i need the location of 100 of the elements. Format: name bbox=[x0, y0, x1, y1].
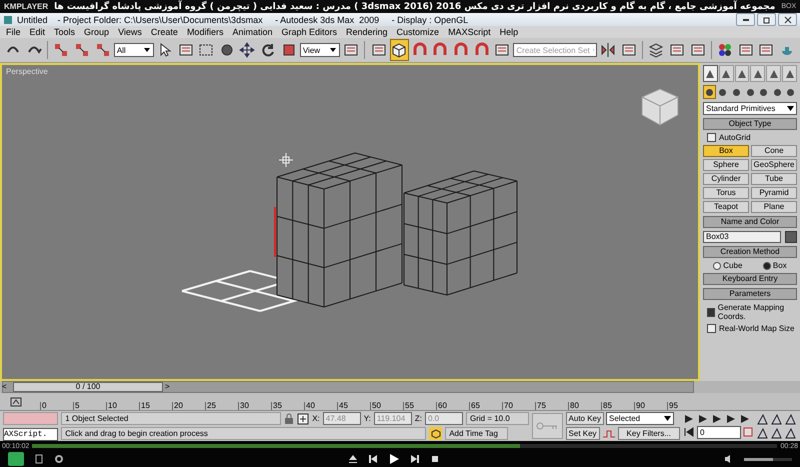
viewport-navigation-icon[interactable] bbox=[756, 412, 769, 426]
primitive-button[interactable]: Tube bbox=[751, 173, 797, 185]
previous-icon[interactable] bbox=[368, 454, 378, 464]
viewport-navigation-icon[interactable] bbox=[770, 426, 783, 440]
key-mode-dropdown[interactable]: Selected bbox=[606, 412, 674, 424]
add-time-tag-button[interactable]: Add Time Tag bbox=[445, 427, 508, 440]
stop-icon[interactable] bbox=[430, 454, 440, 464]
menu-item[interactable]: Graph Editors bbox=[281, 27, 338, 37]
menu-item[interactable]: Tools bbox=[54, 27, 76, 37]
viewport-navigation-icon[interactable] bbox=[784, 412, 797, 426]
menu-item[interactable]: File bbox=[6, 27, 21, 37]
magnet-icon bbox=[412, 42, 428, 58]
playback-icon[interactable] bbox=[739, 414, 751, 424]
panel-tab[interactable] bbox=[782, 65, 797, 82]
play-icon[interactable] bbox=[388, 453, 400, 465]
playback-icon[interactable] bbox=[725, 414, 737, 424]
playback-icon[interactable] bbox=[697, 414, 709, 424]
settings-icon[interactable] bbox=[54, 454, 64, 464]
menu-item[interactable]: Views bbox=[118, 27, 142, 37]
tab-icon bbox=[736, 68, 748, 80]
eject-icon[interactable] bbox=[348, 454, 358, 464]
layers-icon bbox=[648, 42, 664, 58]
time-tag-button[interactable] bbox=[429, 427, 442, 440]
menu-item[interactable]: Customize bbox=[396, 27, 440, 37]
menu-item[interactable]: Help bbox=[500, 27, 518, 37]
auto-key-button[interactable]: Auto Key bbox=[566, 412, 604, 424]
viewport-navigation-icon[interactable] bbox=[770, 412, 783, 426]
menu-item[interactable]: Animation bbox=[232, 27, 272, 37]
category-dropdown[interactable]: Standard Primitives bbox=[703, 102, 797, 115]
panel-tab[interactable] bbox=[766, 65, 782, 82]
toolbar-button[interactable] bbox=[390, 39, 409, 61]
axis-line bbox=[274, 207, 276, 257]
dropdown-arrow-icon bbox=[328, 47, 337, 53]
rollout-header[interactable]: Keyboard Entry bbox=[703, 273, 797, 285]
frame-number: 75 bbox=[535, 402, 568, 410]
next-icon[interactable] bbox=[410, 454, 420, 464]
checkbox[interactable] bbox=[707, 133, 716, 142]
absolute-mode-icon[interactable] bbox=[297, 412, 310, 424]
menu-item[interactable]: MAXScript bbox=[448, 27, 491, 37]
close-button[interactable] bbox=[778, 13, 797, 26]
primitive-button[interactable]: Box bbox=[703, 145, 749, 157]
primitive-button[interactable]: Sphere bbox=[703, 159, 749, 171]
primitive-button[interactable]: Cylinder bbox=[703, 173, 749, 185]
primitive-button[interactable]: Torus bbox=[703, 187, 749, 199]
time-slider-thumb[interactable]: 0 / 100 bbox=[13, 382, 163, 392]
tab-icon bbox=[768, 68, 780, 80]
set-key-button[interactable]: Set Key bbox=[566, 427, 600, 440]
key-mode-toggle-icon[interactable] bbox=[683, 427, 695, 437]
color-swatch[interactable] bbox=[785, 231, 797, 243]
current-frame-field[interactable]: 0 bbox=[697, 426, 741, 438]
viewport-navigation-icon[interactable] bbox=[756, 426, 769, 440]
object-name-field[interactable]: Box03 bbox=[703, 231, 781, 243]
rollout-header[interactable]: Name and Color bbox=[703, 216, 797, 228]
toolbar-dropdown[interactable]: All bbox=[114, 43, 154, 57]
radio-option[interactable]: Cube bbox=[713, 261, 742, 270]
primitive-button[interactable]: Teapot bbox=[703, 201, 749, 213]
playback-icon[interactable] bbox=[683, 414, 695, 424]
primitive-button[interactable]: Plane bbox=[751, 201, 797, 213]
primitive-button[interactable]: Cone bbox=[751, 145, 797, 157]
key-filters-button[interactable]: Key Filters... bbox=[618, 427, 680, 440]
listener-output-field[interactable] bbox=[3, 412, 58, 424]
toolbar-dropdown[interactable]: View bbox=[300, 43, 340, 57]
view-cube-drawing[interactable] bbox=[642, 88, 678, 126]
previous-frame-button[interactable]: < bbox=[2, 382, 7, 391]
z-label: Z: bbox=[414, 414, 422, 423]
playlist-icon[interactable] bbox=[34, 454, 44, 464]
menu-item[interactable]: Edit bbox=[30, 27, 46, 37]
frame-number: 90 bbox=[634, 402, 667, 410]
panel-tab[interactable] bbox=[734, 65, 750, 82]
minimize-button[interactable] bbox=[736, 13, 755, 26]
playback-icon[interactable] bbox=[711, 414, 723, 424]
category-button[interactable] bbox=[703, 85, 716, 99]
menu-item[interactable]: Rendering bbox=[346, 27, 388, 37]
menu-item[interactable]: Modifiers bbox=[186, 27, 224, 37]
track-bar[interactable]: 0 5 10 15 20 25 30 35 40 45 50 55 60 65 70 75 80 85 90 95 bbox=[0, 393, 800, 411]
volume-slider[interactable] bbox=[744, 458, 792, 460]
x-label: X: bbox=[312, 414, 320, 423]
curve-editor-icon[interactable] bbox=[10, 396, 22, 406]
panel-tab[interactable] bbox=[718, 65, 734, 82]
radio-option[interactable]: Box bbox=[762, 261, 787, 270]
checkbox[interactable] bbox=[707, 308, 715, 316]
checkbox[interactable] bbox=[707, 324, 716, 333]
rollout-header[interactable]: Object Type bbox=[703, 118, 797, 130]
listener-input-field[interactable]: AXScript. bbox=[3, 428, 58, 440]
panel-tab[interactable] bbox=[703, 65, 718, 82]
restore-button[interactable] bbox=[757, 13, 776, 26]
menu-item[interactable]: Create bbox=[150, 27, 178, 37]
restore-icon bbox=[762, 16, 770, 24]
primitive-button[interactable]: GeoSphere bbox=[751, 159, 797, 171]
viewport-navigation-icon[interactable] bbox=[784, 426, 797, 440]
checkbox-label: AutoGrid bbox=[719, 133, 751, 142]
tab-icon bbox=[752, 68, 764, 80]
tab-icon bbox=[720, 68, 732, 80]
next-frame-button[interactable]: > bbox=[165, 382, 170, 392]
frame-number: 15 bbox=[139, 402, 172, 410]
rollout-header[interactable]: Creation Method bbox=[703, 246, 797, 258]
rollout-header[interactable]: Parameters bbox=[703, 288, 797, 300]
panel-tab[interactable] bbox=[750, 65, 766, 82]
menu-item[interactable]: Group bbox=[84, 27, 110, 37]
primitive-button[interactable]: Pyramid bbox=[751, 187, 797, 199]
